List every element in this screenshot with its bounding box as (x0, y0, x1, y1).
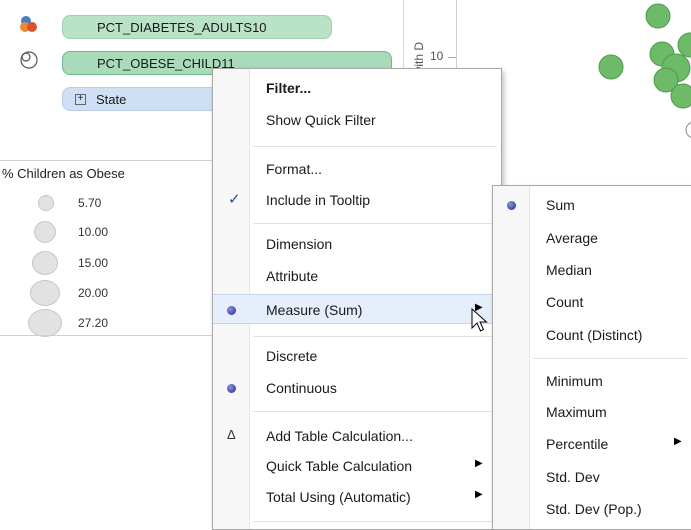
menu-item-label: Continuous (266, 380, 337, 396)
menu-separator (253, 521, 497, 522)
menu-item-quick-table-calculation[interactable]: Quick Table Calculation ▶ (213, 451, 501, 481)
pill-label: PCT_DIABETES_ADULTS10 (97, 19, 267, 35)
menu-item-percentile[interactable]: Percentile ▶ (493, 429, 691, 459)
menu-item-label: Total Using (Automatic) (266, 489, 411, 505)
menu-item-label: Std. Dev (546, 469, 600, 485)
menu-item-label: Count (Distinct) (546, 327, 643, 343)
menu-item-sum[interactable]: Sum (493, 190, 691, 220)
menu-separator (253, 146, 497, 147)
menu-separator (253, 223, 497, 224)
menu-item-label: Minimum (546, 373, 603, 389)
menu-item-format[interactable]: Format... (213, 154, 501, 184)
legend-value: 27.20 (78, 316, 109, 330)
menu-item-attribute[interactable]: Attribute (213, 261, 501, 291)
menu-item-label: Quick Table Calculation (266, 458, 413, 474)
menu-separator (253, 336, 497, 337)
menu-item-label: Add Table Calculation... (266, 428, 413, 444)
legend-item[interactable]: 27.20 (28, 309, 108, 337)
menu-item-measure-sum[interactable]: Measure (Sum) ▶ (213, 294, 501, 324)
legend-title: % Children as Obese (2, 166, 125, 181)
menu-item-average[interactable]: Average (493, 223, 691, 253)
menu-item-label: Sum (546, 197, 575, 213)
expand-icon[interactable]: + (75, 93, 86, 105)
radio-dot-icon (227, 384, 236, 393)
pill-state[interactable]: + State (62, 87, 232, 111)
legend-value: 20.00 (78, 286, 109, 300)
mouse-cursor-icon (471, 308, 488, 332)
menu-separator (253, 411, 497, 412)
legend-item[interactable]: 10.00 (34, 221, 108, 243)
menu-item-continuous[interactable]: Continuous (213, 373, 501, 403)
menu-item-median[interactable]: Median (493, 255, 691, 285)
size-mark-icon[interactable] (18, 49, 40, 71)
menu-item-label: Percentile (546, 436, 609, 452)
delta-icon: Δ (227, 427, 236, 442)
menu-item-count[interactable]: Count (493, 287, 691, 317)
pill-pct-diabetes-adults10[interactable]: PCT_DIABETES_ADULTS10 (62, 15, 332, 39)
size-circle-icon (34, 221, 56, 243)
menu-item-label: Average (546, 230, 598, 246)
legend-value: 15.00 (78, 256, 109, 270)
menu-item-dimension[interactable]: Dimension (213, 229, 501, 259)
size-circle-icon (30, 280, 60, 306)
submenu-arrow-icon: ▶ (674, 436, 682, 447)
size-circle-icon (28, 309, 62, 337)
legend-item[interactable]: 15.00 (32, 251, 108, 275)
legend-value: 10.00 (78, 225, 109, 239)
menu-item-total-using[interactable]: Total Using (Automatic) ▶ (213, 482, 501, 512)
legend-value: 5.70 (78, 196, 102, 210)
legend-item[interactable]: 20.00 (30, 280, 108, 306)
menu-item-minimum[interactable]: Minimum (493, 366, 691, 396)
submenu-arrow-icon: ▶ (475, 458, 483, 469)
radio-dot-icon (507, 201, 516, 210)
menu-item-label: Median (546, 262, 592, 278)
menu-item-label: Std. Dev (Pop.) (546, 501, 642, 517)
menu-item-include-in-tooltip[interactable]: ✓ Include in Tooltip (213, 185, 501, 215)
menu-item-add-table-calculation[interactable]: Δ Add Table Calculation... (213, 421, 501, 451)
legend-top-rule (0, 160, 220, 161)
menu-item-label: Include in Tooltip (266, 192, 371, 208)
radio-dot-icon (227, 306, 236, 315)
menu-item-discrete[interactable]: Discrete (213, 341, 501, 371)
menu-item-label: Count (546, 294, 584, 310)
menu-item-maximum[interactable]: Maximum (493, 397, 691, 427)
menu-item-show-quick-filter[interactable]: Show Quick Filter (213, 105, 501, 135)
checkmark-icon: ✓ (228, 191, 241, 208)
size-circle-icon (38, 195, 54, 211)
menu-item-label: Format... (266, 161, 323, 177)
pill-label: State (96, 91, 127, 107)
menu-item-label: Attribute (266, 268, 319, 284)
submenu-arrow-icon: ▶ (475, 489, 483, 500)
aggregation-submenu: Sum Average Median Count Count (Distinct… (492, 185, 691, 530)
legend-item[interactable]: 5.70 (38, 195, 101, 211)
menu-item-label: Discrete (266, 348, 318, 364)
legend-bottom-rule (0, 335, 220, 336)
menu-item-filter[interactable]: Filter... (213, 73, 501, 103)
menu-item-label: Measure (Sum) (266, 302, 363, 318)
size-circle-icon (32, 251, 58, 275)
menu-item-std-dev-pop[interactable]: Std. Dev (Pop.) (493, 494, 691, 524)
menu-item-label: Filter... (266, 80, 312, 96)
menu-item-label: Maximum (546, 404, 607, 420)
color-mark-icon[interactable] (18, 13, 40, 35)
menu-item-label: Show Quick Filter (266, 112, 376, 128)
menu-separator (533, 358, 687, 359)
menu-item-count-distinct[interactable]: Count (Distinct) (493, 320, 691, 350)
pill-label: PCT_OBESE_CHILD11 (97, 55, 235, 71)
field-context-menu: Filter... Show Quick Filter Format... ✓ … (212, 68, 502, 530)
menu-item-std-dev[interactable]: Std. Dev (493, 462, 691, 492)
menu-item-label: Dimension (266, 236, 333, 252)
